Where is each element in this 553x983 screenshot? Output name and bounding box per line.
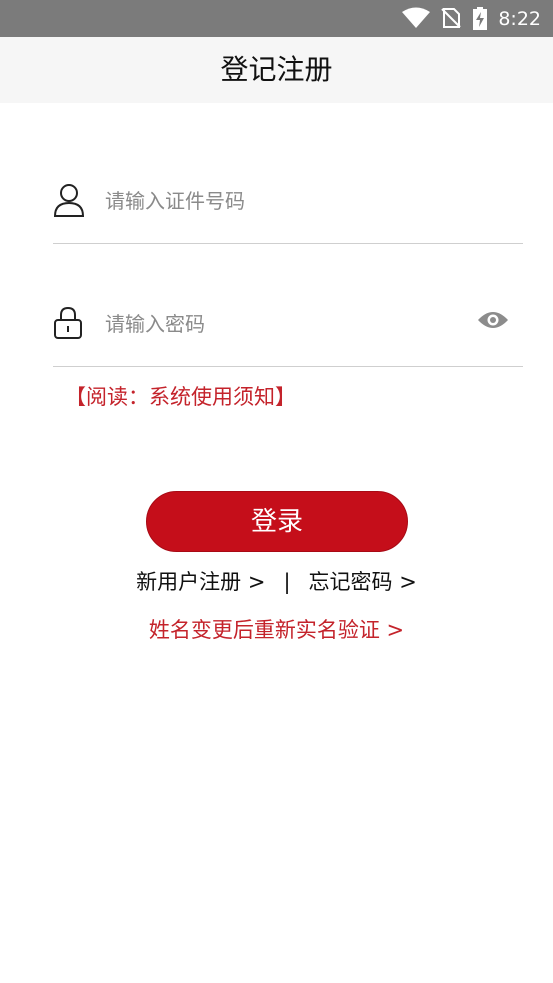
battery-charging-icon: [472, 7, 488, 35]
page-title: 登记注册: [220, 53, 333, 86]
wifi-icon: [402, 7, 430, 33]
eye-icon[interactable]: [477, 310, 509, 334]
id-number-field: [53, 163, 523, 244]
auth-links-row: 新用户注册 > | 忘记密码 >: [0, 566, 553, 598]
forgot-password-link[interactable]: 忘记密码 >: [309, 570, 417, 594]
title-bar: 登记注册: [0, 37, 553, 103]
status-time: 8:22: [498, 8, 541, 30]
password-field: [53, 286, 523, 367]
name-change-reverify-link[interactable]: 姓名变更后重新实名验证 >: [0, 614, 553, 646]
lock-icon: [53, 306, 83, 344]
password-input[interactable]: [105, 306, 465, 342]
system-notice-link[interactable]: 【阅读：系统使用须知】: [65, 381, 296, 413]
register-link[interactable]: 新用户注册 >: [136, 570, 265, 594]
login-button[interactable]: 登录: [146, 491, 408, 552]
status-bar: 8:22: [0, 0, 553, 37]
link-separator: |: [283, 570, 291, 594]
no-sim-icon: [440, 7, 462, 33]
user-icon: [53, 183, 85, 221]
id-number-input[interactable]: [105, 183, 465, 219]
